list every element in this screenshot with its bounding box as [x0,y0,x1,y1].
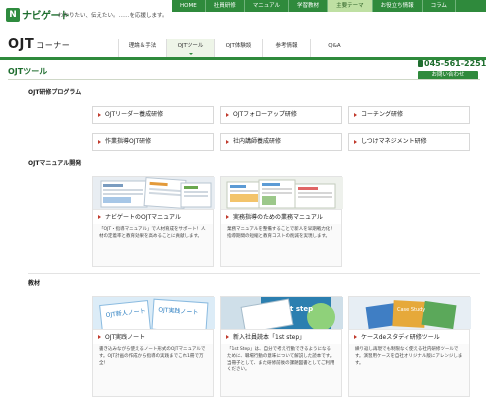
thumb-text: Case Study [397,307,425,313]
card-description: 「OJT・指導マニュアル」で人材育成をサポート！人材の定着率と教育効果を高めるこ… [99,227,206,239]
section-divider [8,79,480,80]
manual-heading: OJTマニュアル開発 [28,160,82,167]
program-link[interactable]: OJTリーダー養成研修 [92,106,214,124]
logo-mark: N [6,7,20,22]
page-title-main: OJT [8,37,35,52]
phone-number: 045-561-2251 [418,59,486,68]
card-title[interactable]: 実務指導のための業務マニュアル [221,209,341,224]
top-bar: N ナビゲート わかりたい、伝えたい。……を応援します。 HOME 社員研修 マ… [0,0,486,28]
manual-pages-image [226,179,336,209]
program-link[interactable]: OJTフォローアップ研修 [220,106,342,124]
global-nav: HOME 社員研修 マニュアル 学習教材 主要テーマ お役立ち情報 コラム [172,0,486,12]
global-nav-training[interactable]: 社員研修 [206,0,245,12]
materials-heading: 教材 [28,280,41,287]
global-nav-column[interactable]: コラム [423,0,456,12]
page-header: OJT コーナー 理論＆手法 OJTツール OJT体験談 参考情報 Q&A 045… [0,30,486,80]
program-link[interactable]: 社内講師養成研修 [220,133,342,151]
section-title: OJTツール [8,67,48,76]
card-title[interactable]: OJT実践ノート [93,329,213,344]
first-step-book-image: 1st step [240,297,335,329]
tab-ojt-tools[interactable]: OJTツール [166,39,214,57]
global-nav-materials[interactable]: 学習教材 [289,0,329,12]
programs-heading: OJT研修プログラム [28,89,82,96]
card-description: 繰り返し再現でも制限なく使える社内研修ツールです。演習用ケースを自社オリジナル版… [355,347,463,366]
global-nav-themes[interactable]: 主要テーマ [328,0,373,12]
case-study-cards-image: Case Study [365,300,457,329]
manual-thumbnail [93,177,215,209]
material-thumbnail: OJT新人ノート OJT実践ノート [93,297,215,329]
tab-theory[interactable]: 理論＆手法 [118,39,166,57]
material-card[interactable]: 1st step 新入社員読本「1st step」 「1st Step」は、自分… [220,296,343,397]
material-thumbnail: 1st step [221,297,343,329]
phone-icon [418,60,423,67]
card-title[interactable]: 新入社員読本「1st step」 [221,329,341,344]
material-card[interactable]: OJT新人ノート OJT実践ノート OJT実践ノート 書き込みながら使えるノート… [92,296,215,397]
global-nav-manual[interactable]: マニュアル [245,0,290,12]
page-title-sub: コーナー [36,41,71,50]
card-description: 業務マニュアルを整備することで新人を早期戦力化！指導期間の短縮と教育コストの削減… [227,227,335,239]
page-title: OJT コーナー [8,37,70,52]
program-link[interactable]: しつけマネジメント研修 [348,133,470,151]
thumb-text: 1st step [281,305,313,313]
manual-card[interactable]: ナビゲートのOJTマニュアル 「OJT・指導マニュアル」で人材育成をサポート！人… [92,176,215,267]
ojt-notebooks-image: OJT新人ノート OJT実践ノート [99,298,209,329]
manual-card[interactable]: 実務指導のための業務マニュアル 業務マニュアルを整備することで新人を早期戦力化！… [220,176,343,267]
phone-text: 045-561-2251 [424,59,486,68]
material-card[interactable]: Case Study ケースdeスタディ研修ツール 繰り返し再現でも制限なく使え… [348,296,471,397]
divider [28,273,480,274]
global-nav-info[interactable]: お役立ち情報 [373,0,423,12]
tagline: わかりたい、伝えたい。……を応援します。 [58,13,168,19]
card-description: 「1st Step」は、自分で考え行動できるようになるために、職場行動の意味につ… [227,347,335,373]
tab-qa[interactable]: Q&A [310,39,358,57]
material-thumbnail: Case Study [349,297,471,329]
global-nav-home[interactable]: HOME [172,0,206,12]
program-link[interactable]: コーチング研修 [348,106,470,124]
tab-reference[interactable]: 参考情報 [262,39,310,57]
manual-thumbnail [221,177,343,209]
card-title[interactable]: ケースdeスタディ研修ツール [349,329,469,344]
card-title[interactable]: ナビゲートのOJTマニュアル [93,209,213,224]
manual-screens-image [100,177,212,209]
corner-nav: 理論＆手法 OJTツール OJT体験談 参考情報 Q&A [118,39,358,57]
card-description: 書き込みながら使えるノート形式のOJTマニュアルです。OJT計画の作成から指導の… [99,347,206,366]
tab-experiences[interactable]: OJT体験談 [214,39,262,57]
program-link[interactable]: 作業指導OJT研修 [92,133,214,151]
